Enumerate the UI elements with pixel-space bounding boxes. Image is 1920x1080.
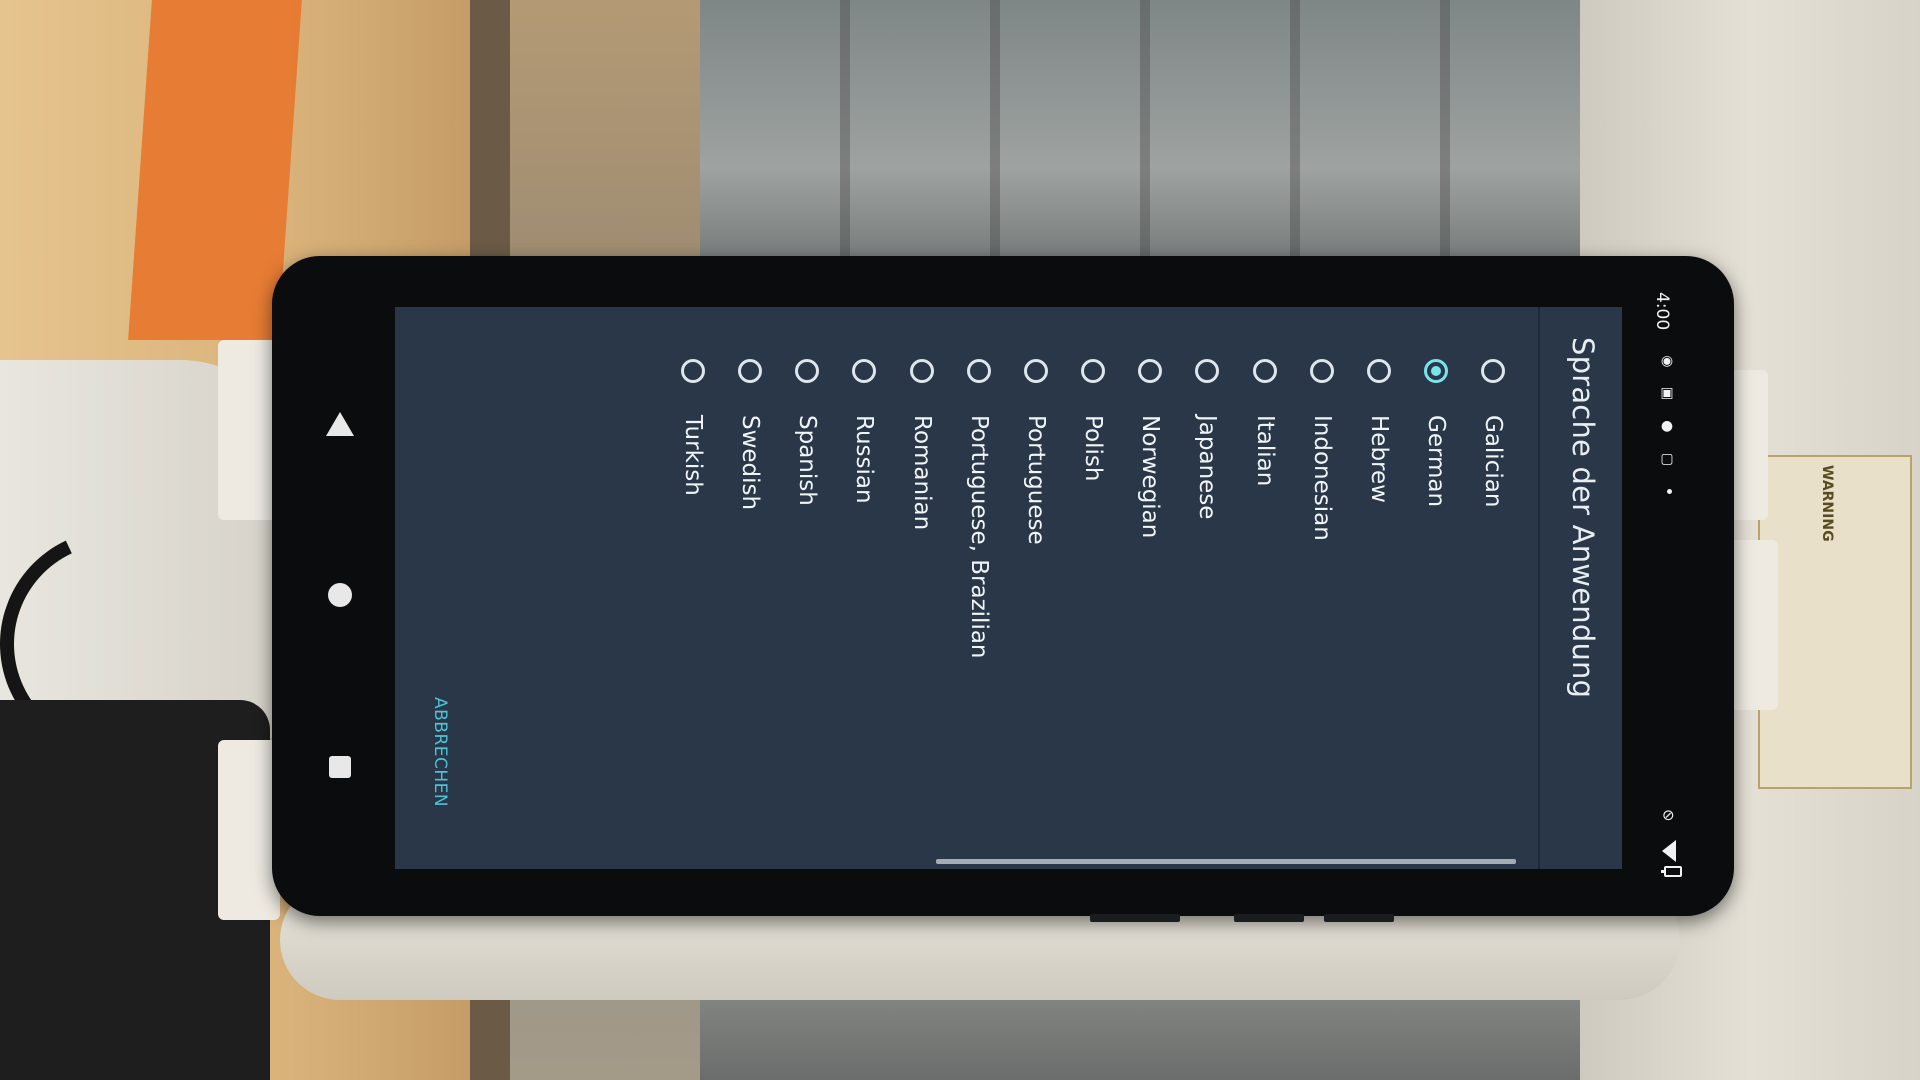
language-option[interactable]: Russian [836, 359, 893, 869]
back-icon[interactable] [326, 412, 354, 436]
language-option-label: Japanese [1194, 415, 1221, 520]
language-option-label: Swedish [736, 415, 763, 511]
phone-side-button [1090, 914, 1180, 922]
language-option-label: Turkish [679, 415, 706, 496]
dialog-divider [1538, 307, 1540, 869]
language-option[interactable]: Portuguese, Brazilian [950, 359, 1007, 869]
radio-unchecked-icon[interactable] [1481, 359, 1506, 383]
battery-icon [1661, 866, 1682, 877]
status-bar [1652, 286, 1682, 886]
language-option-label: Norwegian [1137, 415, 1164, 539]
language-option[interactable]: Polish [1065, 359, 1122, 869]
wifi-icon [1662, 840, 1676, 862]
language-option[interactable]: Indonesian [1293, 359, 1350, 869]
mute-icon: ⊘ [1662, 806, 1675, 824]
radio-unchecked-icon[interactable] [680, 359, 705, 383]
language-dialog: Sprache der Anwendung Galician German Hebr… [395, 307, 1622, 869]
home-icon[interactable] [328, 583, 352, 607]
language-option[interactable]: Romanian [893, 359, 950, 869]
language-option-label: German [1423, 415, 1450, 508]
radio-unchecked-icon[interactable] [852, 359, 877, 383]
radio-unchecked-icon[interactable] [1081, 359, 1106, 383]
radio-unchecked-icon[interactable] [1195, 359, 1220, 383]
scrollbar[interactable] [936, 859, 1516, 864]
language-option-label: Spanish [794, 415, 821, 506]
language-option[interactable]: German [1408, 359, 1465, 869]
clipboard-icon: ▢ [1660, 451, 1674, 467]
status-time: 4:00 [1652, 292, 1672, 331]
radio-unchecked-icon[interactable] [737, 359, 762, 383]
language-option-label: Portuguese [1022, 415, 1049, 545]
cancel-button[interactable]: ABBRECHEN [425, 697, 455, 817]
radio-unchecked-icon[interactable] [1138, 359, 1163, 383]
clamp-left-bottom [218, 740, 280, 920]
warning-sticker [1758, 455, 1912, 789]
clamp-right-bottom [1728, 540, 1778, 710]
phone-volume-down [1324, 914, 1394, 922]
recents-icon[interactable] [329, 756, 351, 778]
radio-checked-icon[interactable] [1424, 359, 1449, 383]
radio-unchecked-icon[interactable] [1367, 359, 1392, 383]
dialog-title: Sprache der Anwendung [1566, 337, 1600, 699]
app-notification-icon: ◉ [1660, 353, 1674, 369]
language-option[interactable]: Japanese [1179, 359, 1236, 869]
language-option-label: Hebrew [1366, 415, 1393, 503]
language-option-label: Polish [1080, 415, 1107, 482]
language-option[interactable]: Swedish [721, 359, 778, 869]
radio-unchecked-icon[interactable] [909, 359, 934, 383]
radio-unchecked-icon[interactable] [795, 359, 820, 383]
language-option[interactable]: Spanish [779, 359, 836, 869]
language-option[interactable]: Portuguese [1007, 359, 1064, 869]
phone-volume-up [1234, 914, 1304, 922]
language-option-label: Russian [851, 415, 878, 504]
warning-sticker-label: WARNING [1819, 465, 1835, 542]
clamp-left-top [218, 340, 280, 520]
language-option-label: Indonesian [1308, 415, 1335, 541]
shield-icon: ● [1660, 418, 1674, 434]
language-option[interactable]: Hebrew [1350, 359, 1407, 869]
radio-unchecked-icon[interactable] [1309, 359, 1334, 383]
radio-unchecked-icon[interactable] [1252, 359, 1277, 383]
clamp-right-top [1728, 370, 1768, 520]
dialog-content: Sprache der Anwendung Galician German Hebr… [395, 307, 1622, 869]
language-option[interactable]: Norwegian [1122, 359, 1179, 869]
language-option-label: Galician [1480, 415, 1507, 508]
language-option-label: Italian [1251, 415, 1278, 487]
language-options-list: Galician German Hebrew Indonesian Italian Jap… [664, 307, 1522, 869]
language-option[interactable]: Galician [1465, 359, 1522, 869]
radio-unchecked-icon[interactable] [966, 359, 991, 383]
language-option-label: Romanian [908, 415, 935, 531]
radio-unchecked-icon[interactable] [1023, 359, 1048, 383]
language-option[interactable]: Turkish [664, 359, 721, 869]
more-notifications-icon [1667, 489, 1672, 494]
screenshot-icon: ▣ [1660, 385, 1674, 401]
language-option-label: Portuguese, Brazilian [965, 415, 992, 659]
background-cage-bars [700, 0, 1580, 280]
language-option[interactable]: Italian [1236, 359, 1293, 869]
